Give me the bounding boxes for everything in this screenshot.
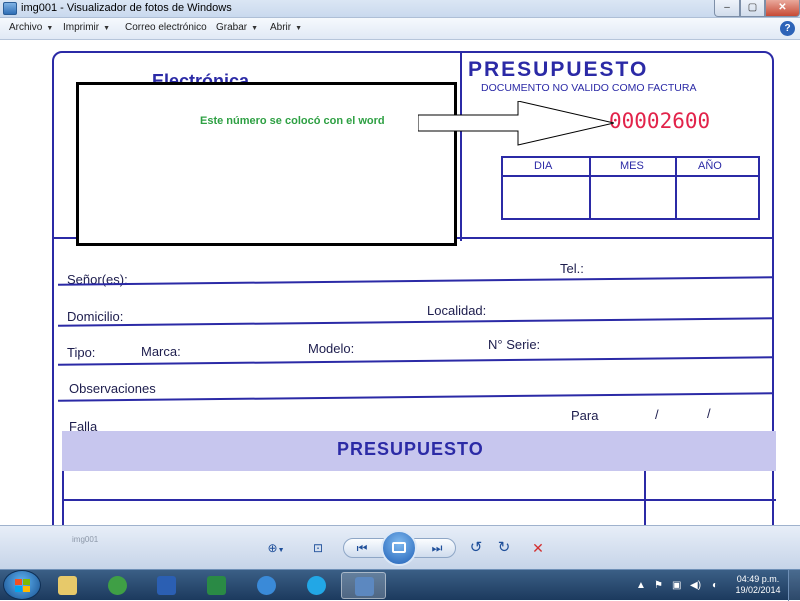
ie-icon (257, 576, 276, 595)
field-localidad: Localidad: (427, 303, 487, 318)
field-para: Para (571, 408, 599, 423)
table-left-edge (62, 471, 64, 525)
menu-correo-label: Correo electrónico (125, 22, 207, 33)
taskbar: ▲ ⚑ ▣ ◀) ◐ 04:49 p.m. 19/02/2014 (0, 569, 800, 601)
actual-size-button[interactable]: ⊡ (309, 539, 327, 557)
annotation-text: Este número se colocó con el word (200, 115, 385, 127)
taskbar-word-button[interactable] (144, 572, 189, 599)
tray-expand-icon[interactable]: ▲ (636, 580, 646, 591)
rotate-cw-icon: ↻ (497, 539, 511, 556)
field-modelo: Modelo: (308, 341, 355, 356)
menu-grabar[interactable]: Grabar ▼ (216, 22, 258, 33)
tray-app-icon[interactable]: ◐ (712, 580, 718, 591)
date-label-anio: AÑO (698, 160, 722, 172)
menu-correo[interactable]: Correo electrónico (125, 22, 207, 33)
date-label-dia: DIA (534, 160, 553, 172)
rotate-ccw-icon: ↺ (469, 539, 483, 556)
zoom-icon: ⊕ (267, 541, 278, 555)
band-title: PRESUPUESTO (337, 439, 484, 459)
field-slash-1: / (655, 407, 659, 422)
table-rule (64, 499, 776, 501)
delete-button[interactable]: ✕ (528, 539, 548, 557)
menu-archivo[interactable]: Archivo ▼ (9, 22, 53, 33)
previous-icon: ⏮ (356, 541, 368, 555)
document-number: 00002600 (609, 109, 711, 133)
document-title: PRESUPUESTO (468, 58, 649, 81)
image-view: Electrónica PRESUPUESTO DOCUMENTO NO VAL… (0, 41, 800, 525)
zoom-button[interactable]: ⊕▼ (262, 539, 290, 557)
chevron-down-icon: ▼ (251, 25, 259, 32)
excel-icon (207, 576, 226, 595)
window-title: img001 - Visualizador de fotos de Window… (21, 2, 232, 14)
system-clock[interactable]: 04:49 p.m. 19/02/2014 (733, 574, 783, 596)
volume-icon[interactable]: ◀) (690, 580, 701, 591)
clock-time: 04:49 p.m. (736, 574, 780, 584)
field-serie: N° Serie: (488, 337, 541, 352)
word-icon (157, 576, 176, 595)
rotate-right-button[interactable]: ↻ (494, 539, 514, 557)
chrome-icon (108, 576, 127, 595)
taskbar-photo-viewer-button[interactable] (341, 572, 386, 599)
taskbar-skype-button[interactable] (294, 572, 339, 599)
close-button[interactable]: ✕ (765, 0, 800, 17)
viewer-toolbar: img001 ⊕▼ ⊡ ⏮ ⏭ ↺ ↻ ✕ (0, 525, 800, 569)
maximize-button[interactable]: ▢ (740, 0, 765, 17)
fit-icon: ⊡ (312, 541, 324, 555)
menu-bar: Archivo ▼ Imprimir ▼ Correo electrónico Gr… (0, 18, 800, 40)
menu-abrir[interactable]: Abrir ▼ (270, 22, 302, 33)
network-icon[interactable]: ▣ (672, 580, 681, 591)
photo-viewer-icon (355, 577, 374, 596)
menu-archivo-label: Archivo (9, 22, 43, 33)
show-desktop-button[interactable] (788, 570, 800, 601)
previous-button[interactable]: ⏮ (352, 539, 372, 557)
chevron-down-icon: ▼ (103, 25, 111, 32)
window-title-bar: img001 - Visualizador de fotos de Window… (0, 0, 800, 18)
chevron-down-icon: ▼ (46, 25, 54, 32)
taskbar-chrome-button[interactable] (95, 572, 140, 599)
field-observaciones: Observaciones (69, 381, 156, 396)
help-icon[interactable]: ? (780, 21, 795, 36)
field-marca: Marca: (141, 344, 181, 359)
start-button[interactable] (3, 570, 41, 600)
explorer-icon (58, 576, 77, 595)
delete-icon: ✕ (532, 540, 544, 556)
cover-box (76, 82, 457, 246)
menu-imprimir-label: Imprimir (63, 22, 100, 33)
field-tel: Tel.: (560, 261, 584, 276)
date-header-rule (503, 175, 758, 177)
photo-viewer-app-icon (3, 2, 17, 15)
faint-image-name: img001 (72, 535, 99, 544)
action-center-icon[interactable]: ⚑ (654, 580, 663, 591)
menu-grabar-label: Grabar (216, 22, 248, 33)
date-label-mes: MES (620, 160, 644, 172)
minimize-button[interactable]: – (714, 0, 740, 17)
menu-abrir-label: Abrir (270, 22, 292, 33)
skype-icon (307, 576, 326, 595)
windows-logo-icon (15, 579, 30, 592)
field-tipo: Tipo: (67, 345, 96, 360)
taskbar-excel-button[interactable] (194, 572, 239, 599)
rotate-left-button[interactable]: ↺ (466, 539, 486, 557)
field-domicilio: Domicilio: (67, 309, 124, 324)
taskbar-ie-button[interactable] (244, 572, 289, 599)
next-icon: ⏭ (431, 541, 443, 555)
chevron-down-icon: ▼ (295, 25, 303, 32)
arrow-icon (418, 101, 614, 146)
slideshow-icon (392, 542, 406, 553)
date-box: DIA MES AÑO (501, 156, 760, 220)
slideshow-button[interactable] (381, 530, 417, 566)
table-divider (644, 471, 646, 525)
chevron-down-icon: ▼ (277, 547, 285, 554)
clock-date: 19/02/2014 (735, 585, 781, 595)
next-button[interactable]: ⏭ (427, 539, 447, 557)
document-subtitle: DOCUMENTO NO VALIDO COMO FACTURA (481, 82, 697, 94)
menu-imprimir[interactable]: Imprimir ▼ (63, 22, 110, 33)
field-slash-2: / (707, 406, 711, 421)
taskbar-explorer-button[interactable] (45, 572, 90, 599)
